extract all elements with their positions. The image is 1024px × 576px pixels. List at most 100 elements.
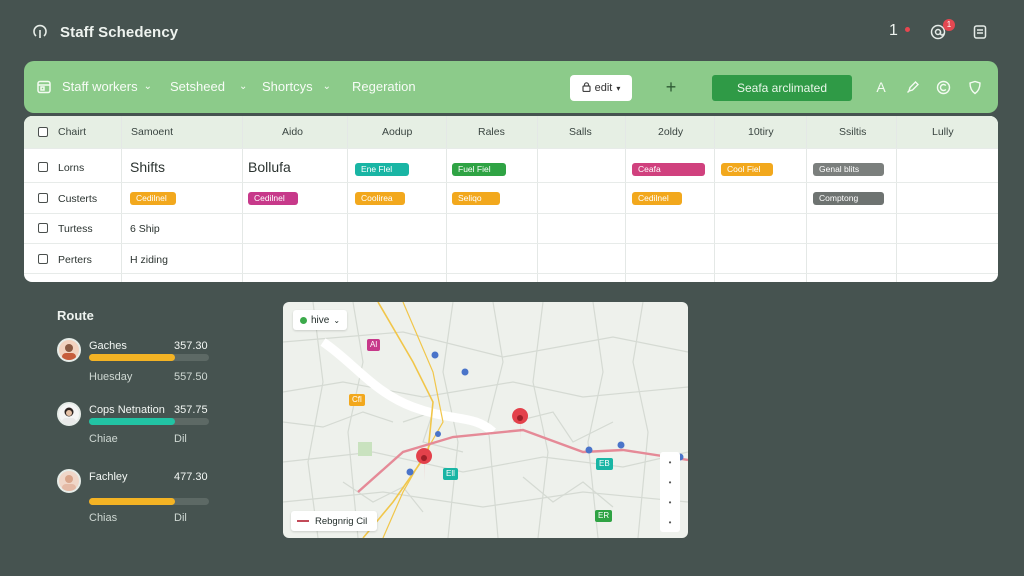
column-header[interactable]: 2oldy	[658, 126, 683, 138]
column-divider	[896, 116, 897, 282]
zoom-dot-icon[interactable]: •	[669, 498, 672, 507]
route-title: Route	[57, 308, 94, 323]
shift-tag[interactable]: Cool Fiel	[721, 163, 773, 176]
column-divider	[347, 116, 348, 282]
row-divider	[24, 148, 998, 149]
shift-tag[interactable]: Cedilnel	[632, 192, 682, 205]
avatar	[57, 469, 81, 493]
avatar	[57, 402, 81, 426]
route-person[interactable]: Cops Netnation 357.75 Chiae Dil	[57, 402, 217, 462]
c-circle-icon[interactable]	[934, 78, 952, 96]
person-subtitle: Chiae	[89, 433, 118, 445]
row-label: Perters	[58, 254, 92, 266]
zoom-dot-icon[interactable]: •	[669, 458, 672, 467]
zoom-dot-icon[interactable]: •	[669, 518, 672, 527]
progress-fill	[89, 498, 176, 505]
progress-track	[89, 498, 209, 505]
row-divider	[24, 182, 998, 183]
column-divider	[446, 116, 447, 282]
chevron-down-icon: ⌄	[143, 81, 153, 92]
notification-count[interactable]: 1	[889, 22, 898, 40]
person-subtitle: Huesday	[89, 371, 133, 383]
progress-fill	[89, 354, 176, 361]
menu-shortcys[interactable]: Shortcys ⌄	[262, 79, 331, 94]
column-header[interactable]: Rales	[478, 126, 505, 138]
calendar-icon[interactable]	[36, 79, 52, 95]
shift-tag[interactable]: Cedilnel	[130, 192, 176, 205]
map-tag[interactable]: Ell	[443, 468, 458, 480]
primary-action-button[interactable]: Seafa arclimated	[712, 75, 852, 101]
shift-tag[interactable]: Comptong	[813, 192, 884, 205]
shift-tag[interactable]: Coolirea	[355, 192, 405, 205]
pen-icon[interactable]	[904, 78, 922, 96]
row-checkbox[interactable]	[38, 162, 48, 172]
column-divider	[537, 116, 538, 282]
person-subvalue: 557.50	[174, 371, 208, 383]
edit-label: edit	[594, 82, 613, 94]
chevron-down-icon: ⌄	[333, 315, 341, 325]
person-name: Cops Netnation	[89, 404, 165, 416]
column-header[interactable]: Lully	[932, 126, 954, 138]
route-person[interactable]: Gaches 357.30 Huesday 557.50	[57, 338, 217, 398]
route-person[interactable]: Fachley 477.30 Chias Dil	[57, 469, 217, 529]
edit-dropdown-button[interactable]: edit ▾	[570, 75, 632, 101]
top-bar: Staff Schedency 1 1	[0, 0, 1024, 62]
menu-setsheed[interactable]: Setsheed ⌄	[170, 79, 247, 94]
row-label: Custerts	[58, 193, 98, 205]
person-subtitle: Chias	[89, 512, 118, 524]
column-header[interactable]: Chairt	[58, 126, 86, 138]
menu-label: Shortcys	[262, 79, 313, 94]
route-map[interactable]: hive ⌄ Al Cfl Ell EB ER Rebgnrig Cil • •…	[283, 302, 688, 538]
route-line-icon	[297, 520, 309, 522]
row-checkbox[interactable]	[38, 254, 48, 264]
map-pin-icon	[512, 408, 529, 442]
lock-icon	[582, 81, 591, 95]
add-button[interactable]: +	[662, 75, 680, 99]
shield-icon[interactable]	[966, 78, 984, 96]
column-divider	[242, 116, 243, 282]
menu-label: Regeration	[352, 79, 416, 94]
notification-dot	[905, 27, 910, 32]
menu-staff-workers[interactable]: Staff workers ⌄	[62, 79, 152, 94]
app-title: Staff Schedency	[60, 24, 179, 41]
column-divider	[806, 116, 807, 282]
shift-tag[interactable]: Seliqo	[452, 192, 500, 205]
map-tag[interactable]: EB	[596, 458, 613, 470]
map-layer-chip[interactable]: hive ⌄	[293, 310, 347, 330]
shift-tag[interactable]: Ene Flel	[355, 163, 409, 176]
column-header[interactable]: Samoent	[131, 126, 173, 138]
shift-tag[interactable]: Fuel Fiel	[452, 163, 506, 176]
shift-tag[interactable]: Ceafa	[632, 163, 705, 176]
row-divider	[24, 273, 998, 274]
row-checkbox[interactable]	[38, 223, 48, 233]
map-tag[interactable]: Al	[367, 339, 381, 351]
zoom-dot-icon[interactable]: •	[669, 478, 672, 487]
column-header[interactable]: Aodup	[382, 126, 412, 138]
row-checkbox[interactable]	[38, 193, 48, 203]
table-cell: H ziding	[130, 254, 168, 266]
map-tag[interactable]: Cfl	[349, 394, 365, 406]
select-all-checkbox[interactable]	[38, 127, 48, 137]
table-cell: 6 Ship	[130, 223, 160, 235]
menu-label: Staff workers	[62, 79, 138, 94]
row-label: Lorns	[58, 162, 85, 174]
mentions-badge: 1	[943, 19, 955, 31]
document-icon[interactable]	[970, 22, 990, 42]
person-name: Fachley	[89, 471, 128, 483]
chevron-down-icon: ⌄	[238, 81, 248, 92]
person-value: 477.30	[174, 471, 208, 483]
column-header[interactable]: Aido	[282, 126, 303, 138]
person-name: Gaches	[89, 340, 127, 352]
column-header[interactable]: 10tiry	[748, 126, 774, 138]
menu-regeration[interactable]: Regeration	[352, 79, 416, 94]
person-subvalue: Dil	[174, 433, 187, 445]
menu-label: Setsheed	[170, 79, 225, 94]
a-letter-icon[interactable]: A	[872, 78, 890, 96]
shift-tag[interactable]: Cedilnel	[248, 192, 298, 205]
column-header[interactable]: Ssiltis	[839, 126, 866, 138]
column-header[interactable]: Salls	[569, 126, 592, 138]
map-zoom-controls[interactable]: • • • •	[660, 452, 680, 532]
shift-tag[interactable]: Genal blits	[813, 163, 884, 176]
map-tag[interactable]: ER	[595, 510, 613, 522]
column-divider	[625, 116, 626, 282]
